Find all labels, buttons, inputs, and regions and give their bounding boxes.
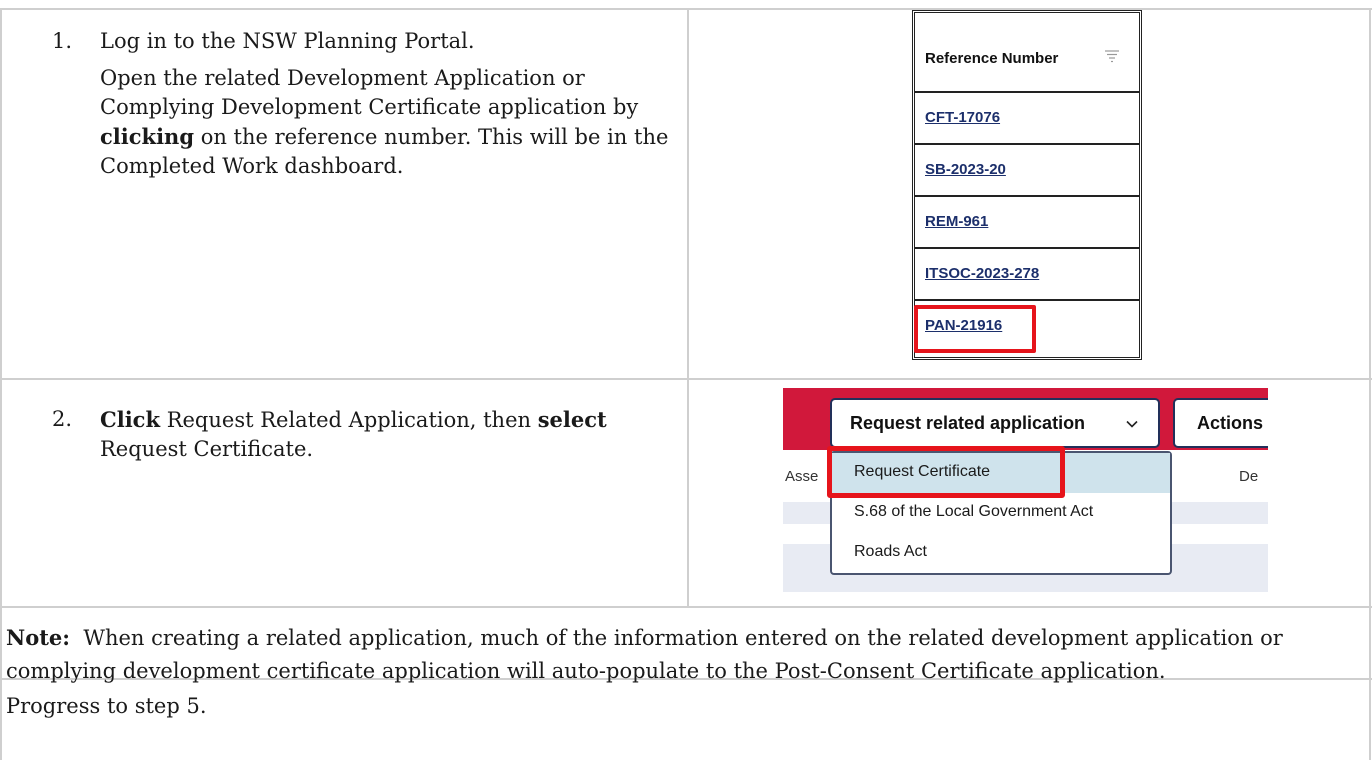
column-header-right: De [1239,468,1259,485]
row-divider-2 [0,606,1372,608]
reference-link[interactable]: CFT-17076 [925,109,1000,126]
menu-item-roads-act[interactable]: Roads Act [832,533,1170,573]
menu-item-s68-local-government-act[interactable]: S.68 of the Local Government Act [832,493,1170,533]
column-header-left: Asse [785,468,819,485]
table-border-top [0,8,1372,10]
reference-row[interactable]: ITSOC-2023-278 [915,249,1139,301]
row-divider-1 [0,378,1372,380]
filter-lines-icon[interactable] [1105,49,1119,63]
reference-row[interactable]: CFT-17076 [915,93,1139,145]
reference-number-header: Reference Number [915,13,1139,93]
reference-number-label: Reference Number [925,50,1059,67]
reference-link[interactable]: ITSOC-2023-278 [925,265,1039,282]
note-paragraph: Note: When creating a related applicatio… [6,621,1366,688]
request-related-application-button[interactable]: Request related application [830,398,1160,448]
reference-link[interactable]: SB-2023-20 [925,161,1006,178]
step-1-paragraph: Open the related Development Application… [100,66,669,178]
highlight-box-reference [914,305,1036,353]
emphasis-clicking: clicking [100,124,195,149]
step-number: 1. [52,29,73,53]
actions-button[interactable]: Actions [1173,398,1268,448]
table-border-right [1369,8,1371,760]
note-label: Note: [6,625,71,650]
step-2-paragraph: Click Request Related Application, then … [100,407,607,461]
reference-link[interactable]: REM-961 [925,213,988,230]
actions-label: Actions [1197,413,1264,433]
request-related-label: Request related application [850,413,1086,433]
progress-text: Progress to step 5. [6,694,207,718]
table-border-left [0,8,2,760]
note-text: When creating a related application, muc… [6,626,1290,683]
request-related-screenshot: Request related application Actions Asse… [783,388,1268,592]
step-1-line: Log in to the NSW Planning Portal. [100,29,475,53]
instruction-table: 1. Log in to the NSW Planning Portal. Op… [0,0,1372,760]
reference-row[interactable]: REM-961 [915,197,1139,249]
emphasis-select: select [537,407,607,432]
emphasis-click: Click [100,407,161,432]
step-number: 2. [52,407,73,431]
highlight-box-request-certificate [827,446,1065,498]
chevron-down-icon [1126,420,1138,428]
reference-row[interactable]: SB-2023-20 [915,145,1139,197]
